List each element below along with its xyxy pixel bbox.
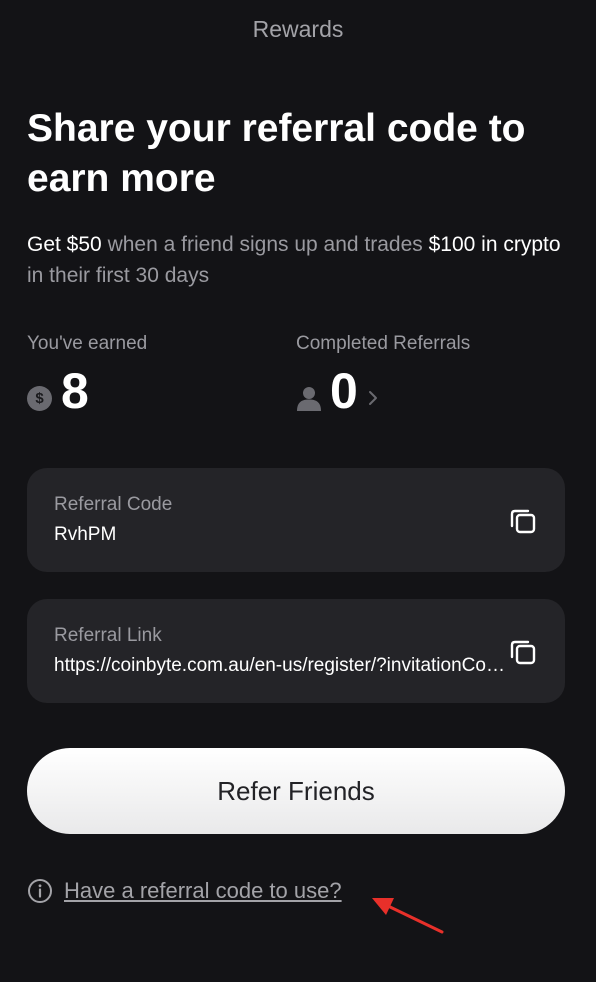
refer-friends-button[interactable]: Refer Friends bbox=[27, 748, 565, 834]
trade-amount: $100 in crypto bbox=[428, 233, 561, 256]
earned-label: You've earned bbox=[27, 333, 148, 354]
reward-amount: Get $50 bbox=[27, 233, 102, 256]
referral-link-card: Referral Link https://coinbyte.com.au/en… bbox=[27, 599, 565, 703]
rewards-screen: Rewards Share your referral code to earn… bbox=[0, 0, 596, 982]
hero-headline: Share your referral code to earn more bbox=[27, 107, 526, 200]
referral-link-value: https://coinbyte.com.au/en-us/register/?… bbox=[54, 655, 508, 676]
earned-stat: You've earned $ 8 bbox=[27, 333, 147, 419]
person-icon bbox=[297, 387, 321, 411]
page-title: Rewards bbox=[252, 16, 344, 42]
reward-timeframe: in their first 30 days bbox=[27, 264, 210, 287]
reward-condition: when a friend signs up and trades bbox=[101, 233, 429, 256]
referral-link-label: Referral Link bbox=[54, 625, 162, 646]
referral-code-label: Referral Code bbox=[54, 494, 173, 515]
annotation-arrow-icon bbox=[372, 898, 444, 934]
referral-code-value: RvhPM bbox=[54, 524, 117, 545]
earned-value: 8 bbox=[61, 363, 89, 419]
dollar-coin-icon: $ bbox=[27, 385, 52, 411]
referrals-label: Completed Referrals bbox=[296, 333, 471, 354]
referrals-value: 0 bbox=[330, 363, 358, 419]
info-icon bbox=[28, 879, 52, 903]
chevron-right-icon bbox=[368, 391, 377, 405]
hero-description: Get $50 when a friend signs up and trade… bbox=[27, 229, 577, 291]
referral-code-card: Referral Code RvhPM bbox=[27, 468, 565, 572]
have-referral-code-link[interactable]: Have a referral code to use? bbox=[64, 878, 342, 904]
completed-referrals-stat[interactable]: Completed Referrals 0 bbox=[296, 333, 470, 419]
copy-icon[interactable] bbox=[508, 506, 538, 536]
copy-icon[interactable] bbox=[508, 637, 538, 667]
have-referral-code-row: Have a referral code to use? bbox=[27, 878, 342, 904]
